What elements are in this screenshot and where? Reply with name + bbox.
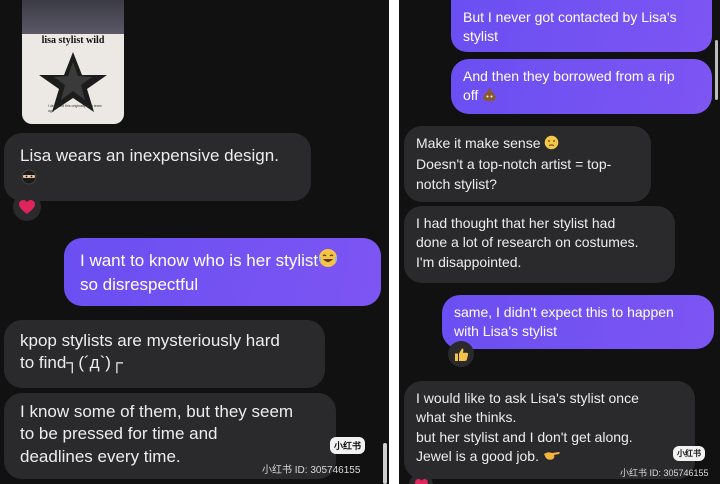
xiaohongshu-logo: 小红书	[330, 437, 366, 454]
message-incoming: I had thought that her stylist had done …	[404, 206, 675, 283]
face-emoji-icon	[544, 135, 559, 155]
message-text: Lisa wears an inexpensive design.	[20, 146, 279, 165]
message-text: done a lot of research on costumes.	[416, 234, 639, 251]
poop-emoji-icon	[482, 87, 497, 107]
thumbs-up-reaction[interactable]	[448, 341, 474, 367]
message-outgoing: same, I didn't expect this to happen wit…	[442, 295, 714, 349]
message-text: to be pressed for time and	[20, 424, 218, 444]
message-text: so disrespectful	[80, 275, 199, 295]
heart-icon	[414, 479, 428, 484]
message-text: with Lisa's stylist	[454, 323, 558, 340]
heart-icon	[19, 199, 35, 214]
thumbs-up-icon	[454, 348, 468, 361]
message-incoming: Lisa wears an inexpensive design.	[4, 133, 311, 201]
heart-reaction[interactable]	[13, 193, 41, 221]
message-text: But I never got contacted by Lisa's	[463, 9, 677, 25]
message-text: off	[463, 87, 479, 104]
message-incoming: kpop stylists are mysteriously hard to f…	[4, 320, 325, 388]
message-text: Make it make sense	[416, 135, 541, 151]
message-text: stylist	[463, 28, 498, 45]
image-top-photo	[22, 0, 124, 34]
message-text: I'm disappointed.	[416, 253, 522, 270]
right-chat-panel: But I never got contacted by Lisa's styl…	[399, 0, 720, 484]
message-outgoing: I want to know who is her stylist so dis…	[64, 238, 381, 306]
message-text: I had thought that her stylist had	[416, 215, 616, 231]
message-text: And then they borrowed from a rip	[463, 68, 675, 84]
watermark-id: 小红书 ID: 305746155	[262, 465, 361, 476]
message-text: Doesn't a top-notch artist = top-	[416, 156, 612, 173]
message-text: but her stylist and I don't get along.	[416, 428, 633, 445]
message-incoming: I would like to ask Lisa's stylist once …	[404, 381, 695, 479]
message-text: I would like to ask Lisa's stylist once	[416, 390, 639, 406]
ninja-emoji-icon	[20, 169, 38, 191]
message-text: to find┐(´д`)┌	[20, 353, 123, 373]
image-caption: lisa stylist wild	[41, 35, 105, 46]
message-text: what she thinks.	[416, 409, 517, 426]
message-incoming: Make it make sense Doesn't a top-notch a…	[404, 126, 651, 202]
watermark-id: 小红书 ID: 305746155	[620, 468, 709, 478]
message-text: notch stylist?	[416, 175, 497, 192]
xiaohongshu-logo: 小红书	[673, 446, 705, 461]
message-text: I know some of them, but they seem	[20, 402, 294, 421]
scrollbar[interactable]	[383, 443, 387, 484]
message-text: I want to know who is her stylist	[80, 251, 319, 270]
message-outgoing: And then they borrowed from a rip off	[451, 59, 712, 114]
scrollbar[interactable]	[715, 40, 718, 100]
tears-of-joy-emoji-icon	[318, 248, 338, 274]
message-outgoing: But I never got contacted by Lisa's styl…	[451, 0, 712, 52]
image-note: I designed this originally as a team ago	[48, 104, 102, 113]
shared-image-card[interactable]: lisa stylist wild I designed this origin…	[22, 0, 124, 124]
message-text: same, I didn't expect this to happen	[454, 304, 674, 320]
message-text: Jewel is a good job.	[416, 447, 539, 464]
message-text: kpop stylists are mysteriously hard	[20, 331, 280, 350]
left-chat-panel: lisa stylist wild I designed this origin…	[0, 0, 389, 484]
pointing-hand-emoji-icon	[543, 448, 561, 468]
